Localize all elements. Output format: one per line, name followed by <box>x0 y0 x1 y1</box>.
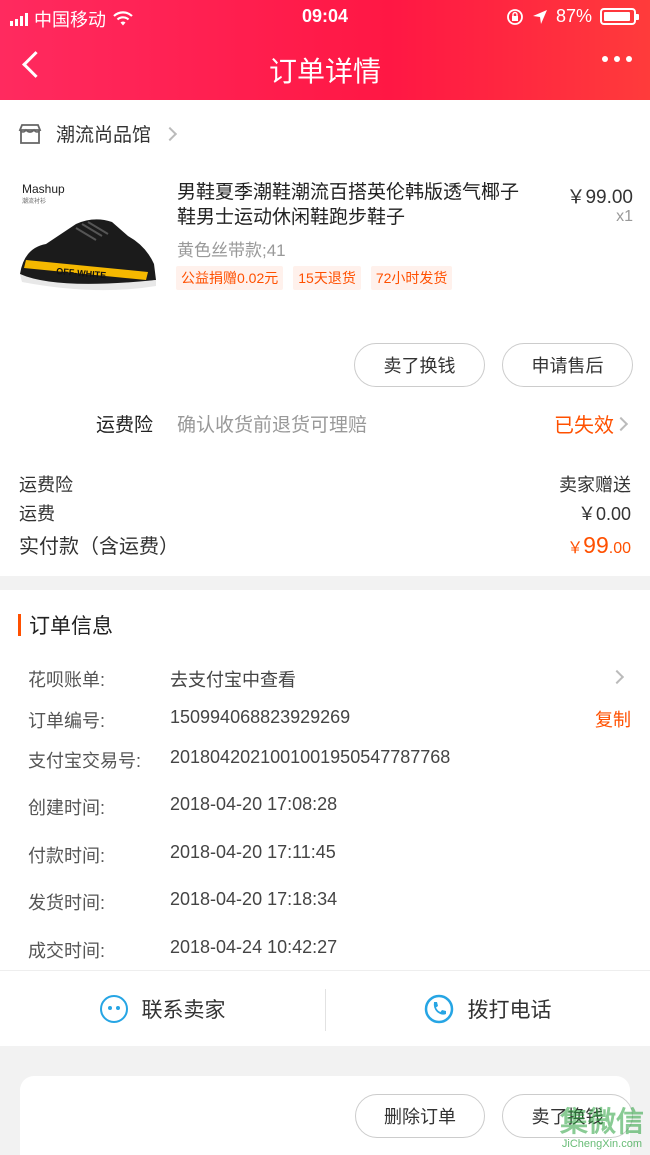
bottom-action-bar: 删除订单 卖了换钱 集微信 JiChengXin.com <box>0 1062 650 1155</box>
huabei-link[interactable]: 去支付宝中查看 <box>170 666 296 692</box>
shop-name: 潮流尚品馆 <box>56 125 152 146</box>
tag-shipping: 72小时发货 <box>370 266 453 290</box>
insurance-label: 运费险 <box>96 415 154 436</box>
section-title: 订单信息 <box>18 610 113 640</box>
shipped-label: 发货时间: <box>28 893 106 913</box>
shop-link[interactable]: 潮流尚品馆 <box>18 120 178 147</box>
product-quantity: x1 <box>616 208 633 225</box>
created-time: 2018-04-20 17:08:28 <box>170 794 338 814</box>
status-bar: 中国移动 09:04 87% <box>0 0 650 34</box>
shop-icon <box>18 123 42 144</box>
copy-button[interactable]: 复制 <box>595 706 631 732</box>
watermark-logo: 集微信 <box>559 1106 644 1137</box>
product-brand-sub: 潮流衬衫 <box>22 199 47 205</box>
order-no: 150994068823929269 <box>170 707 351 727</box>
call-label: 拨打电话 <box>467 999 552 1022</box>
insurance-status: 已失效 <box>554 415 614 437</box>
shipped-time: 2018-04-20 17:18:34 <box>170 889 338 909</box>
contact-seller-button[interactable]: 联系卖家 <box>0 971 325 1047</box>
product-image[interactable]: Mashup 潮流衬衫 OFF-WHITE <box>16 178 160 298</box>
huabei-label: 花呗账单: <box>28 670 106 690</box>
contact-seller-label: 联系卖家 <box>141 999 226 1022</box>
phone-icon <box>424 994 453 1024</box>
watermark-url: JiChengXin.com <box>561 1138 642 1150</box>
battery-percent: 87% <box>555 6 592 26</box>
product-price: ￥99.00 <box>566 187 633 208</box>
alipay-no: 2018042021001001950547787768 <box>170 747 451 767</box>
product-brand: Mashup <box>22 182 65 196</box>
product-title[interactable]: 男鞋夏季潮鞋潮流百搭英伦韩版透气椰子鞋男士运动休闲鞋跑步鞋子 <box>177 180 537 230</box>
fee-insurance-value: 卖家赠送 <box>559 475 631 495</box>
contact-bar: 联系卖家 拨打电话 <box>0 970 650 1046</box>
order-no-label: 订单编号: <box>28 711 106 731</box>
page-title: 订单详情 <box>268 56 381 87</box>
tag-return: 15天退货 <box>293 266 361 290</box>
sell-button[interactable]: 卖了换钱 <box>354 343 485 387</box>
tag-charity: 公益捐赠0.02元 <box>176 266 284 290</box>
chevron-right-icon <box>609 669 625 685</box>
paid-amount: ￥99.00 <box>567 532 631 558</box>
chevron-right-icon <box>613 416 629 432</box>
orientation-lock-icon <box>507 8 523 25</box>
fee-insurance-label: 运费险 <box>19 475 73 495</box>
delete-order-button[interactable]: 删除订单 <box>355 1094 485 1138</box>
alipay-label: 支付宝交易号: <box>28 751 142 771</box>
paid-time-label: 付款时间: <box>28 846 106 866</box>
product-variant: 黄色丝带款;41 <box>177 241 286 260</box>
closed-label: 成交时间: <box>28 941 106 961</box>
fee-shipping-label: 运费 <box>19 504 55 524</box>
paid-time: 2018-04-20 17:11:45 <box>170 842 336 862</box>
order-item-card: 潮流尚品馆 Mashup 潮流衬衫 OFF-WHITE 男鞋夏季潮鞋潮流百搭英伦… <box>0 100 650 576</box>
order-info-card: 订单信息 花呗账单: 去支付宝中查看 订单编号: 150994068823929… <box>0 590 650 1046</box>
paid-label: 实付款（含运费） <box>19 536 179 558</box>
shipping-insurance-row[interactable]: 运费险 确认收货前退货可理赔 已失效 <box>0 406 650 442</box>
chevron-right-icon <box>162 126 178 141</box>
chat-icon <box>99 995 128 1023</box>
call-button[interactable]: 拨打电话 <box>325 971 650 1047</box>
insurance-desc: 确认收货前退货可理赔 <box>177 415 368 436</box>
fee-shipping-value: ￥0.00 <box>577 504 631 524</box>
location-icon <box>532 9 547 24</box>
more-menu-button[interactable] <box>602 56 632 62</box>
battery-icon <box>600 8 639 25</box>
after-sale-button[interactable]: 申请售后 <box>502 343 633 387</box>
closed-time: 2018-04-24 10:42:27 <box>170 937 338 957</box>
created-label: 创建时间: <box>28 798 106 818</box>
